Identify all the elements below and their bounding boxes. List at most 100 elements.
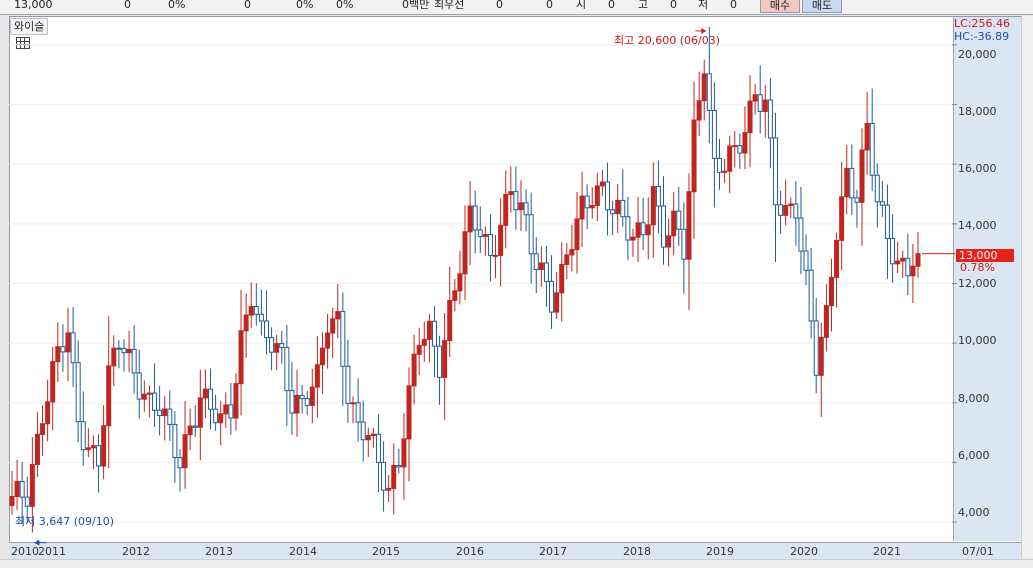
- candle-body: [162, 408, 168, 417]
- candle-body: [579, 195, 585, 220]
- candle-body: [788, 203, 794, 207]
- candle-body: [24, 496, 30, 507]
- candle-body: [905, 257, 911, 277]
- candle-body: [482, 234, 488, 237]
- candle-body: [630, 236, 636, 241]
- candle-body: [574, 218, 580, 251]
- candle-body: [915, 253, 921, 267]
- candle-body: [55, 346, 61, 363]
- candle-body: [345, 365, 351, 404]
- candle-body: [655, 185, 661, 207]
- candle-body: [594, 185, 600, 206]
- candle-body: [442, 340, 448, 378]
- candle-body: [90, 445, 96, 449]
- candle-body: [269, 337, 275, 353]
- candle-body: [141, 393, 147, 400]
- candle-body: [620, 199, 626, 218]
- candle-body: [60, 346, 66, 353]
- candle-body: [798, 217, 804, 252]
- candle-body: [29, 464, 35, 507]
- candle-body: [65, 332, 71, 353]
- candle-body: [869, 122, 875, 176]
- candle-body: [218, 413, 224, 424]
- candle-body: [182, 434, 188, 469]
- candle-body: [559, 263, 565, 294]
- candle-body: [732, 145, 738, 148]
- candle-body: [177, 457, 183, 469]
- candle-body: [157, 409, 163, 417]
- candle-body: [803, 250, 809, 271]
- candle-body: [386, 487, 392, 491]
- candle-body: [208, 388, 214, 410]
- candle-body: [431, 320, 437, 347]
- candle-body: [599, 181, 605, 187]
- candle-body: [890, 237, 896, 265]
- candle-body: [462, 231, 468, 275]
- candle-body: [238, 330, 244, 385]
- candle-body: [406, 385, 412, 440]
- candle-body: [487, 234, 493, 256]
- candle-body: [467, 205, 473, 233]
- candle-body: [146, 392, 152, 395]
- candle-body: [533, 253, 539, 271]
- candle-body: [192, 425, 198, 428]
- candle-body: [747, 100, 753, 134]
- candle-body: [319, 347, 325, 366]
- candle-body: [772, 137, 778, 206]
- candle-body: [554, 292, 560, 313]
- candle-body: [528, 214, 534, 255]
- candle-body: [823, 305, 829, 338]
- candle-body: [716, 157, 722, 173]
- candle-body: [605, 181, 611, 211]
- candle-body: [874, 174, 880, 203]
- candle-body: [518, 202, 524, 211]
- candle-body: [309, 386, 315, 406]
- candle-body: [844, 167, 850, 198]
- candle-body: [722, 170, 728, 173]
- candle-body: [640, 222, 646, 236]
- candle-body: [223, 404, 229, 415]
- candle-body: [864, 122, 870, 151]
- low-arrow-icon: [34, 539, 40, 546]
- candle-body: [879, 201, 885, 206]
- candle-body: [564, 254, 570, 265]
- candle-body: [360, 421, 366, 441]
- candle-body: [778, 204, 784, 216]
- low-annotation: 최저 3,647 (09/10): [15, 515, 115, 528]
- candle-body: [85, 447, 91, 451]
- candle-body: [248, 305, 254, 316]
- candle-body: [121, 347, 127, 354]
- candle-body: [9, 495, 15, 506]
- candle-body: [818, 336, 824, 376]
- candle-body: [523, 202, 529, 216]
- candle-body: [681, 228, 687, 260]
- candle-body: [884, 204, 890, 239]
- candle-body: [426, 320, 432, 340]
- candle-body: [477, 229, 483, 237]
- candle-body: [365, 435, 371, 441]
- candle-body: [75, 362, 81, 423]
- candle-body: [549, 280, 555, 313]
- candle-body: [274, 343, 280, 353]
- candle-body: [411, 353, 417, 387]
- candle-body: [503, 194, 509, 226]
- candle-body: [839, 196, 845, 241]
- candlestick-plot: [9, 26, 957, 546]
- candle-body: [701, 73, 707, 102]
- candle-body: [584, 195, 590, 209]
- candle-body: [661, 205, 667, 248]
- candle-body: [294, 394, 300, 414]
- candle-body: [253, 305, 259, 315]
- candle-body: [671, 210, 677, 237]
- candle-body: [910, 265, 916, 277]
- candle-body: [645, 224, 651, 236]
- candle-body: [472, 205, 478, 231]
- candle-body: [793, 203, 799, 219]
- candle-body: [762, 99, 768, 112]
- candle-body: [900, 257, 906, 262]
- candle-body: [213, 408, 219, 424]
- candle-body: [202, 388, 208, 399]
- candle-body: [325, 332, 331, 349]
- candle-body: [96, 445, 102, 467]
- candle-body: [299, 394, 305, 400]
